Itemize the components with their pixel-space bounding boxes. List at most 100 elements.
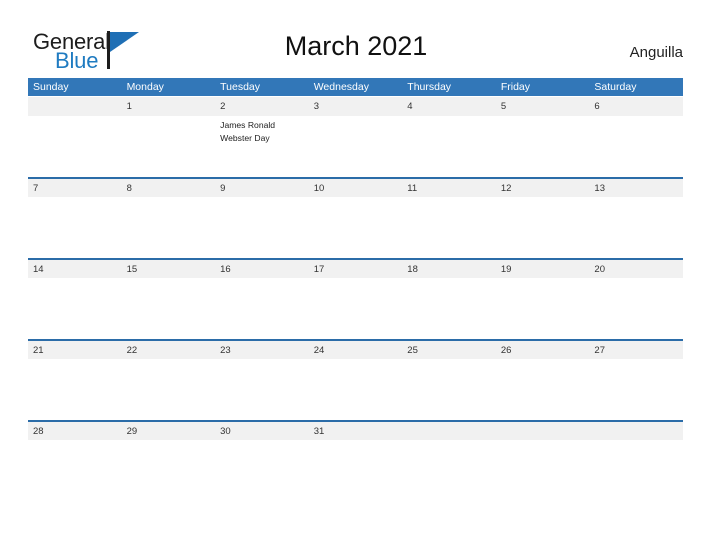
day-number: 30 <box>220 426 231 437</box>
day-cell-10[interactable]: 10 <box>309 179 403 199</box>
day-number: 31 <box>313 426 325 437</box>
day-number: 12 <box>500 183 512 194</box>
weekday-header-wednesday: Wednesday <box>313 81 369 93</box>
day-cell-29[interactable]: 29 <box>122 422 216 442</box>
day-number: 9 <box>220 183 226 194</box>
region-label: Anguilla <box>629 44 683 61</box>
week-events-layer <box>28 278 683 339</box>
day-events <box>589 278 683 339</box>
calendar-week-row: 7 8 9 10 11 12 13 <box>28 177 683 258</box>
day-cell-15[interactable]: 15 <box>122 260 216 280</box>
week-date-strip: 7 8 9 10 11 12 13 <box>28 177 683 197</box>
day-events <box>589 440 683 501</box>
day-cell-1[interactable]: 1 <box>122 97 216 117</box>
day-number: 2 <box>220 101 226 112</box>
day-cell-13[interactable]: 13 <box>589 179 683 199</box>
week-events-layer <box>28 440 683 501</box>
weekday-header-tuesday: Tuesday <box>220 81 261 93</box>
day-events <box>28 197 122 258</box>
day-number: 19 <box>500 264 512 275</box>
day-cell-2[interactable]: 2 <box>215 97 309 117</box>
day-events <box>496 116 590 177</box>
day-events <box>28 359 122 420</box>
day-cell-16[interactable]: 16 <box>215 260 309 280</box>
day-number: 5 <box>500 101 507 112</box>
day-events: James Ronald Webster Day <box>215 116 309 177</box>
day-cell-25[interactable]: 25 <box>402 341 496 361</box>
day-number: 26 <box>500 345 512 356</box>
week-date-strip: 28 29 30 31 <box>28 420 683 440</box>
weekday-header-monday: Monday <box>126 81 164 93</box>
day-cell-empty <box>589 422 683 442</box>
day-events <box>402 116 496 177</box>
weekday-header-row: Sunday Monday Tuesday Wednesday Thursday Frid… <box>28 78 683 96</box>
day-number: 13 <box>594 183 605 194</box>
day-cell-30[interactable]: 30 <box>215 422 309 442</box>
day-cell-8[interactable]: 8 <box>122 179 216 199</box>
day-events <box>28 116 122 177</box>
day-cell-17[interactable]: 17 <box>309 260 403 280</box>
holiday-label: James Ronald Webster Day <box>220 120 276 143</box>
day-cell-9[interactable]: 9 <box>215 179 309 199</box>
week-events-layer <box>28 359 683 420</box>
day-cell-5[interactable]: 5 <box>496 97 590 117</box>
day-events <box>309 116 403 177</box>
day-number: 22 <box>126 345 138 356</box>
day-events <box>589 359 683 420</box>
page-header: General Blue March 2021 Anguilla <box>0 0 712 78</box>
weekday-header-thursday: Thursday <box>407 81 452 93</box>
day-events <box>309 440 403 501</box>
day-events <box>122 278 216 339</box>
day-cell-20[interactable]: 20 <box>589 260 683 280</box>
day-events <box>215 197 309 258</box>
calendar-week-row: 28 29 30 31 <box>28 420 683 501</box>
day-cell-22[interactable]: 22 <box>122 341 216 361</box>
day-cell-6[interactable]: 6 <box>589 97 683 117</box>
calendar-week-row: 1 2 3 4 5 6 James Ronald Webster Day <box>28 96 683 177</box>
day-cell-26[interactable]: 26 <box>496 341 590 361</box>
day-cell-28[interactable]: 28 <box>28 422 122 442</box>
day-number: 4 <box>407 101 413 112</box>
day-cell-14[interactable]: 14 <box>28 260 122 280</box>
calendar-week-row: 21 22 23 24 25 26 27 <box>28 339 683 420</box>
day-cell-12[interactable]: 12 <box>496 179 590 199</box>
day-events <box>402 440 496 501</box>
day-number: 3 <box>313 101 319 112</box>
day-events <box>28 440 122 501</box>
day-number: 25 <box>407 345 418 356</box>
day-cell-24[interactable]: 24 <box>309 341 403 361</box>
day-cell-3[interactable]: 3 <box>309 97 403 117</box>
day-cell-4[interactable]: 4 <box>402 97 496 117</box>
day-events <box>496 440 590 501</box>
weekday-header-friday: Friday <box>500 81 531 93</box>
day-cell-21[interactable]: 21 <box>28 341 122 361</box>
day-cell-7[interactable]: 7 <box>28 179 122 199</box>
day-events <box>215 359 309 420</box>
day-events <box>215 278 309 339</box>
day-events <box>215 440 309 501</box>
day-cell-11[interactable]: 11 <box>402 179 496 199</box>
weekday-header-sunday: Sunday <box>33 81 69 93</box>
day-events <box>402 278 496 339</box>
day-cell-31[interactable]: 31 <box>309 422 403 442</box>
day-number: 20 <box>594 264 605 275</box>
day-cell-empty <box>28 97 122 117</box>
day-number: 24 <box>313 345 325 356</box>
calendar-grid: Sunday Monday Tuesday Wednesday Thursday Frid… <box>28 78 683 501</box>
calendar-weeks: 1 2 3 4 5 6 James Ronald Webster Day 7 8 9 10 11 12 1… <box>28 96 683 501</box>
day-number: 16 <box>220 264 231 275</box>
day-cell-empty <box>402 422 496 442</box>
day-events <box>309 359 403 420</box>
day-cell-27[interactable]: 27 <box>589 341 683 361</box>
day-cell-18[interactable]: 18 <box>402 260 496 280</box>
day-number: 23 <box>220 345 231 356</box>
day-number: 28 <box>33 426 44 437</box>
day-number: 29 <box>126 426 138 437</box>
day-events <box>309 197 403 258</box>
day-cell-23[interactable]: 23 <box>215 341 309 361</box>
day-events <box>122 116 216 177</box>
week-events-layer: James Ronald Webster Day <box>28 116 683 177</box>
day-number: 1 <box>126 101 132 112</box>
day-events <box>496 278 590 339</box>
day-cell-19[interactable]: 19 <box>496 260 590 280</box>
